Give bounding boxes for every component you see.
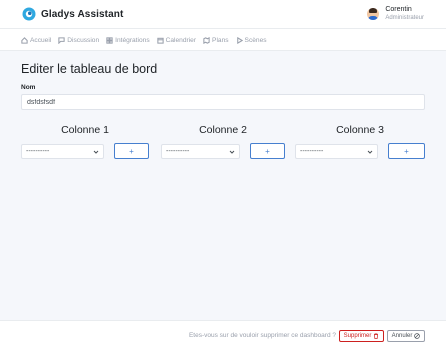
column-title: Colonne 3 bbox=[336, 124, 384, 136]
nav-item-plans[interactable]: Plans bbox=[203, 37, 229, 44]
page-title: Editer le tableau de bord bbox=[21, 62, 158, 76]
cancel-button[interactable]: Annuler bbox=[387, 330, 425, 342]
gladys-logo-icon bbox=[22, 7, 36, 21]
column-2-add-button[interactable]: + bbox=[250, 143, 285, 159]
nav-item-label: Calendrier bbox=[165, 36, 197, 44]
delete-button[interactable]: Supprimer bbox=[339, 330, 384, 342]
cancel-button-label: Annuler bbox=[391, 333, 413, 339]
nav-item-label: Intégrations bbox=[115, 36, 150, 44]
chevron-down-icon bbox=[93, 150, 99, 154]
home-icon bbox=[21, 36, 28, 44]
column-3-select[interactable]: ---------- bbox=[295, 144, 378, 159]
column-2-select[interactable]: ---------- bbox=[161, 144, 240, 159]
user-name: Corentin bbox=[385, 6, 412, 13]
chevron-down-icon bbox=[229, 150, 235, 154]
cancel-icon bbox=[414, 333, 421, 339]
delete-button-label: Supprimer bbox=[343, 333, 372, 339]
delete-confirm-text: Etes-vous sur de vouloir supprimer ce da… bbox=[188, 332, 336, 339]
brand-name: Gladys Assistant bbox=[41, 8, 124, 20]
nav-item-accueil[interactable]: Accueil bbox=[21, 37, 51, 44]
trash-icon bbox=[374, 333, 379, 339]
nav-item-label: Accueil bbox=[30, 36, 52, 44]
column-1-add-button[interactable]: + bbox=[114, 143, 149, 159]
map-icon bbox=[203, 36, 210, 44]
nav-item-label: Scènes bbox=[244, 36, 267, 44]
name-label: Nom bbox=[21, 84, 36, 91]
chat-icon bbox=[58, 36, 65, 44]
chevron-down-icon bbox=[367, 150, 373, 154]
avatar bbox=[367, 8, 380, 20]
top-header: Gladys Assistant Corentin Administrateur bbox=[0, 0, 446, 29]
nav-item-label: Plans bbox=[212, 36, 229, 44]
main-nav: Accueil Discussion Intégrations Calendri… bbox=[0, 29, 446, 51]
footer-bar: Etes-vous sur de vouloir supprimer ce da… bbox=[0, 320, 446, 350]
column-title: Colonne 2 bbox=[199, 124, 247, 136]
select-value: ---------- bbox=[166, 148, 190, 155]
user-info: Corentin Administrateur bbox=[385, 6, 424, 22]
user-menu[interactable]: Corentin Administrateur bbox=[367, 6, 424, 22]
nav-item-discussion[interactable]: Discussion bbox=[58, 37, 99, 44]
column-1-select[interactable]: ---------- bbox=[21, 144, 104, 159]
nav-item-label: Discussion bbox=[67, 36, 100, 44]
dashboard-name-input[interactable] bbox=[21, 94, 425, 110]
user-role: Administrateur bbox=[385, 15, 424, 21]
grid-icon bbox=[106, 36, 113, 44]
select-value: ---------- bbox=[26, 148, 50, 155]
column-3-add-button[interactable]: + bbox=[388, 143, 425, 159]
column-title: Colonne 1 bbox=[61, 124, 109, 136]
nav-item-integrations[interactable]: Intégrations bbox=[106, 36, 150, 44]
brand[interactable]: Gladys Assistant bbox=[22, 7, 123, 21]
select-value: ---------- bbox=[300, 148, 324, 155]
play-icon bbox=[236, 36, 243, 44]
nav-item-scenes[interactable]: Scènes bbox=[236, 36, 267, 44]
calendar-icon bbox=[156, 37, 164, 44]
nav-item-calendrier[interactable]: Calendrier bbox=[156, 36, 197, 44]
